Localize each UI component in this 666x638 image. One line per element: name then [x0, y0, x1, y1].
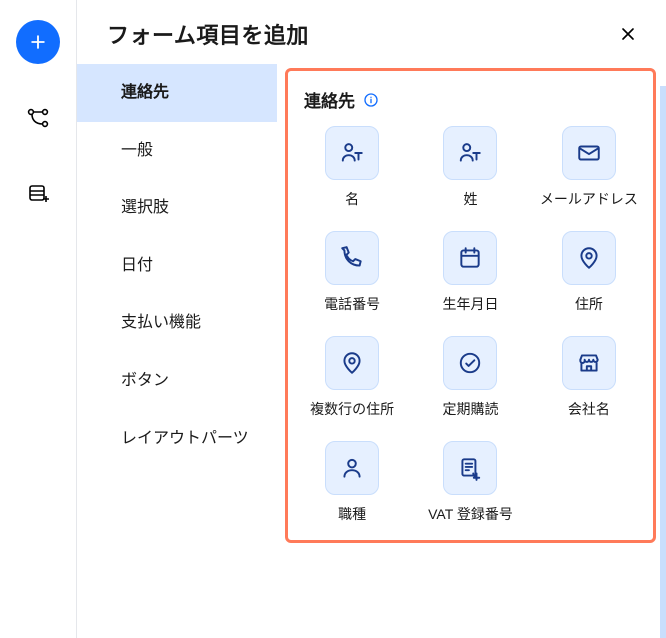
- field-label: 職種: [338, 505, 366, 524]
- table-add-button[interactable]: [16, 172, 60, 216]
- field-birthday[interactable]: 生年月日: [414, 231, 526, 314]
- content: 連絡先 名 姓 メールアドレス電話番号 生年月日 住所複数行の住所 定期購読 会社名職種 VA…: [277, 64, 666, 638]
- info-icon[interactable]: [363, 92, 379, 108]
- panel-header: フォーム項目を追加: [77, 0, 666, 64]
- close-button[interactable]: [614, 20, 642, 48]
- field-label: 姓: [463, 190, 477, 209]
- section-header: 連絡先: [296, 83, 645, 126]
- table-add-icon: [26, 182, 50, 206]
- category-payment[interactable]: 支払い機能: [77, 294, 277, 352]
- person-t-icon: [325, 126, 379, 180]
- add-button[interactable]: [16, 20, 60, 64]
- field-label: 複数行の住所: [310, 400, 394, 419]
- field-phone[interactable]: 電話番号: [296, 231, 408, 314]
- field-first_name[interactable]: 名: [296, 126, 408, 209]
- category-list: 連絡先一般選択肢日付支払い機能ボタンレイアウトパーツ: [77, 64, 277, 638]
- pin-icon: [325, 336, 379, 390]
- field-email[interactable]: メールアドレス: [533, 126, 645, 209]
- category-contact[interactable]: 連絡先: [77, 64, 277, 122]
- category-layout[interactable]: レイアウトパーツ: [77, 410, 277, 468]
- calendar-icon: [443, 231, 497, 285]
- panel: フォーム項目を追加 連絡先一般選択肢日付支払い機能ボタンレイアウトパーツ 連絡先: [76, 0, 666, 638]
- flow-button[interactable]: [16, 96, 60, 140]
- field-subscription[interactable]: 定期購読: [414, 336, 526, 419]
- field-label: メールアドレス: [540, 190, 638, 209]
- person-icon: [325, 441, 379, 495]
- receipt-icon: [443, 441, 497, 495]
- category-button[interactable]: ボタン: [77, 352, 277, 410]
- flow-icon: [26, 106, 50, 130]
- field-address[interactable]: 住所: [533, 231, 645, 314]
- field-last_name[interactable]: 姓: [414, 126, 526, 209]
- panel-title: フォーム項目を追加: [107, 18, 309, 50]
- field-label: 住所: [575, 295, 603, 314]
- category-general[interactable]: 一般: [77, 122, 277, 180]
- scrollbar[interactable]: [660, 86, 666, 638]
- category-date[interactable]: 日付: [77, 237, 277, 295]
- mail-icon: [562, 126, 616, 180]
- plus-icon: [28, 32, 48, 52]
- field-grid: 名 姓 メールアドレス電話番号 生年月日 住所複数行の住所 定期購読 会社名職種 VAT 登録…: [296, 126, 645, 524]
- close-icon: [618, 24, 638, 44]
- highlight-box: 連絡先 名 姓 メールアドレス電話番号 生年月日 住所複数行の住所 定期購読 会社名職種 VA…: [285, 68, 656, 543]
- field-job[interactable]: 職種: [296, 441, 408, 524]
- category-choice[interactable]: 選択肢: [77, 179, 277, 237]
- pin-icon: [562, 231, 616, 285]
- phone-icon: [325, 231, 379, 285]
- check-circle-icon: [443, 336, 497, 390]
- section-title: 連絡先: [304, 87, 355, 112]
- person-t-icon: [443, 126, 497, 180]
- field-label: 名: [345, 190, 359, 209]
- left-rail: [0, 0, 76, 638]
- storefront-icon: [562, 336, 616, 390]
- field-vat[interactable]: VAT 登録番号: [414, 441, 526, 524]
- field-multi_address[interactable]: 複数行の住所: [296, 336, 408, 419]
- field-label: 電話番号: [324, 295, 380, 314]
- field-label: 会社名: [568, 400, 610, 419]
- field-label: 定期購読: [442, 400, 498, 419]
- field-label: 生年月日: [442, 295, 498, 314]
- field-company[interactable]: 会社名: [533, 336, 645, 419]
- field-label: VAT 登録番号: [428, 505, 513, 524]
